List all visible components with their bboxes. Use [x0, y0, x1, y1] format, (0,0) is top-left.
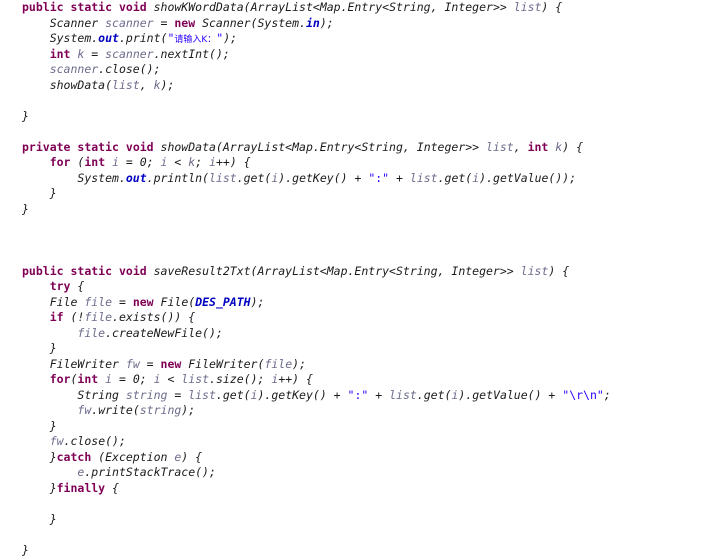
code-line: Scanner scanner = new Scanner(System.in)…	[0, 16, 727, 32]
code-line: System.out.print("请输入K：");	[0, 31, 727, 47]
method-name-showkworddata: showKWordData	[154, 0, 244, 14]
type-system: System.	[257, 16, 305, 30]
code-line: }	[0, 543, 727, 558]
code-line: }	[0, 109, 727, 125]
keyword-int: int	[50, 47, 71, 61]
keyword-try: try	[50, 279, 71, 293]
type-filewriter: FileWriter	[50, 357, 119, 371]
code-line: showData(list, k);	[0, 78, 727, 94]
code-line: if (!file.exists()) {	[0, 310, 727, 326]
variable-fw: fw	[126, 357, 140, 371]
code-line-blank	[0, 93, 727, 109]
method-write: write	[98, 403, 133, 417]
method-size: size	[216, 372, 244, 386]
method-close: close	[105, 62, 140, 76]
code-line-blank	[0, 527, 727, 543]
code-line-blank	[0, 248, 727, 264]
code-line: fw.write(string);	[0, 403, 727, 419]
constant-des-path: DES_PATH	[195, 295, 250, 309]
method-getvalue: getValue	[493, 171, 548, 185]
code-line: public static void showKWordData(ArrayLi…	[0, 0, 727, 16]
variable-file: file	[84, 295, 112, 309]
string-prompt-cjk: 请输入K：	[174, 35, 216, 45]
type-exception: Exception	[105, 450, 167, 464]
code-line: }	[0, 202, 727, 218]
code-line: e.printStackTrace();	[0, 465, 727, 481]
type-string: String	[389, 0, 431, 14]
keyword-catch: catch	[57, 450, 92, 464]
keyword-new: new	[174, 16, 195, 30]
type-scanner: Scanner	[50, 16, 98, 30]
code-line: FileWriter fw = new FileWriter(file);	[0, 357, 727, 373]
method-println: println	[154, 171, 202, 185]
keyword-private: private	[22, 140, 70, 154]
string-separator: ":"	[368, 171, 389, 185]
code-line: }	[0, 341, 727, 357]
keyword-finally: finally	[57, 481, 105, 495]
static-field-in: in	[306, 16, 320, 30]
variable-list: list	[514, 0, 542, 14]
code-line-blank	[0, 124, 727, 140]
code-line: File file = new File(DES_PATH);	[0, 295, 727, 311]
code-line-blank	[0, 217, 727, 233]
code-line: }finally {	[0, 481, 727, 497]
code-line: int k = scanner.nextInt();	[0, 47, 727, 63]
method-getkey: getKey	[292, 171, 334, 185]
method-exists: exists	[119, 310, 161, 324]
code-line: }	[0, 419, 727, 435]
code-line: for(int i = 0; i < list.size(); i++) {	[0, 372, 727, 388]
method-printstacktrace: printStackTrace	[91, 465, 195, 479]
method-createnewfile: createNewFile	[112, 326, 202, 340]
method-get: get	[244, 171, 265, 185]
code-line: for (int i = 0; i < k; i++) {	[0, 155, 727, 171]
variable-i: i	[112, 155, 119, 169]
variable-string: string	[126, 388, 168, 402]
code-line-blank	[0, 233, 727, 249]
string-newline: "\r\n"	[562, 388, 604, 402]
type-integer: Integer	[444, 0, 492, 14]
code-line: String string = list.get(i).getKey() + "…	[0, 388, 727, 404]
method-name-saveresult2txt: saveResult2Txt	[154, 264, 251, 278]
keyword-for: for	[50, 155, 71, 169]
code-line: fw.close();	[0, 434, 727, 450]
code-line: scanner.close();	[0, 62, 727, 78]
method-name-showdata: showData	[161, 140, 216, 154]
method-print: print	[126, 31, 161, 45]
variable-scanner: scanner	[105, 16, 153, 30]
static-field-out: out	[98, 31, 119, 45]
code-line: }	[0, 186, 727, 202]
keyword-void: void	[119, 0, 147, 14]
keyword-static: static	[70, 0, 112, 14]
type-arraylist: ArrayList	[251, 0, 313, 14]
code-line: System.out.println(list.get(i).getKey() …	[0, 171, 727, 187]
method-nextint: nextInt	[161, 47, 209, 61]
code-line: }catch (Exception e) {	[0, 450, 727, 466]
code-line: }	[0, 512, 727, 528]
code-line: public static void saveResult2Txt(ArrayL…	[0, 264, 727, 280]
type-file: File	[50, 295, 78, 309]
brace-close-final: }	[22, 543, 29, 557]
code-line: file.createNewFile();	[0, 326, 727, 342]
code-line-blank	[0, 496, 727, 512]
type-map-entry: Map.Entry	[320, 0, 382, 14]
code-editor-view[interactable]: public static void showKWordData(ArrayLi…	[0, 0, 727, 552]
method-showdata: showData	[50, 78, 105, 92]
code-line: try {	[0, 279, 727, 295]
code-line: private static void showData(ArrayList<M…	[0, 140, 727, 156]
keyword-public: public	[22, 0, 64, 14]
keyword-if: if	[50, 310, 64, 324]
brace-close: }	[22, 109, 29, 123]
